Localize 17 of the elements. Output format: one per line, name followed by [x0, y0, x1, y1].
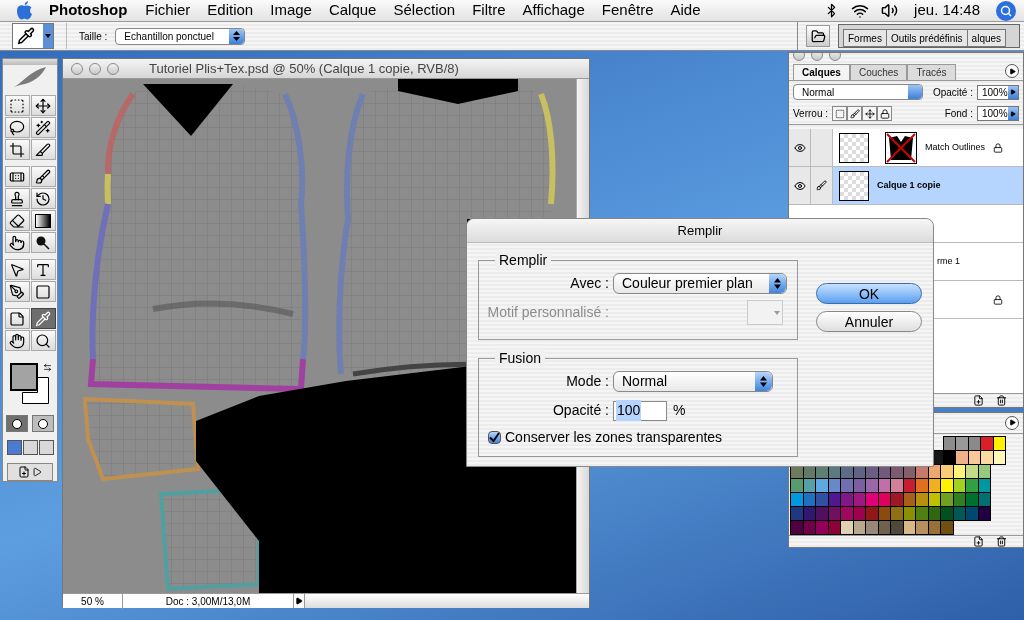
document-size: Doc : 3,00M/13,0M — [164, 594, 252, 609]
layer-name: rme 1 — [937, 254, 960, 268]
opacity-label: Opacité : — [551, 401, 610, 420]
use-label: Avec : — [569, 274, 610, 293]
dialog-title: Remplir — [677, 221, 723, 240]
percent-sign: % — [673, 401, 686, 420]
window-title: Tutoriel Plis+Tex.psd @ 50% (Calque 1 copie, RVB/8) — [149, 59, 459, 78]
mode-label: Mode : — [565, 372, 610, 391]
pattern-label: Motif personnalisé : — [486, 303, 610, 322]
group-legend: Fusion — [495, 349, 546, 367]
fill-label: Fond : — [944, 107, 973, 121]
opacity-label: Opacité : — [932, 85, 973, 100]
size-label: Taille : — [79, 29, 108, 44]
layer-name: Calque 1 copie — [877, 178, 941, 192]
group-legend: Remplir — [495, 251, 552, 269]
layer-name: Match Outlines — [925, 140, 986, 154]
lock-label: Verrou : — [793, 107, 829, 121]
